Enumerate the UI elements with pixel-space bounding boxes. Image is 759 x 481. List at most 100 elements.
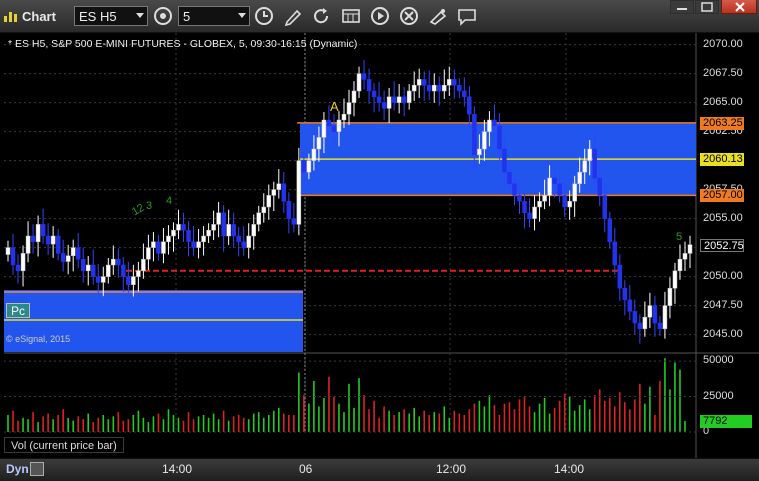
watermark: © eSignal, 2015 xyxy=(6,334,71,344)
candle-body xyxy=(657,322,663,330)
chart-window: Chart ES H5 5 * ES H5, S&P 500 E-MINI FU… xyxy=(0,0,759,481)
marker-3: 3 xyxy=(146,200,153,212)
candle-body xyxy=(246,235,251,248)
price-axis-label: 2067.50 xyxy=(703,66,743,79)
study-label-pc[interactable]: Pc xyxy=(6,303,30,318)
candle-body xyxy=(50,235,56,245)
marker-5: 5 xyxy=(676,231,683,243)
candle-body xyxy=(467,96,472,115)
candle-body xyxy=(562,195,567,208)
candle-body xyxy=(296,160,302,225)
candle-body xyxy=(211,224,216,231)
candle-body xyxy=(75,247,81,260)
candle-body xyxy=(642,316,648,330)
price-tag: 2063.25 xyxy=(700,116,744,130)
candle-body xyxy=(652,305,658,324)
candle-body xyxy=(487,119,492,132)
candle-body xyxy=(121,264,126,277)
status-bar: Dyn xyxy=(0,458,759,481)
candle-body xyxy=(371,90,377,98)
chart-header: * ES H5, S&P 500 E-MINI FUTURES - GLOBEX… xyxy=(8,38,358,50)
candle-body xyxy=(677,258,683,272)
candle-body xyxy=(60,253,66,262)
candle-body xyxy=(101,276,106,283)
candle-body xyxy=(341,113,347,121)
candle-body xyxy=(662,305,668,330)
candle-body xyxy=(602,195,607,219)
candle-body xyxy=(497,125,502,150)
price-axis-label: 2047.50 xyxy=(703,298,743,311)
candle-body xyxy=(256,212,261,225)
marker-4: 4 xyxy=(166,195,173,207)
candle-body xyxy=(547,177,552,196)
candle-body xyxy=(672,270,678,289)
candle-body xyxy=(206,229,211,237)
candle-body xyxy=(331,125,337,132)
candle-body xyxy=(45,235,51,245)
candle-body xyxy=(462,90,467,98)
candle-body xyxy=(131,276,136,285)
candle-body xyxy=(517,195,522,202)
candle-body xyxy=(35,224,41,243)
candle-body xyxy=(577,171,582,185)
candle-body xyxy=(457,84,462,92)
candle-body xyxy=(276,183,282,190)
candle-body xyxy=(281,183,287,202)
dynamic-mode-label[interactable]: Dyn xyxy=(6,462,29,476)
candle-body xyxy=(617,264,623,289)
candle-body xyxy=(201,235,206,243)
candle-body xyxy=(627,299,633,312)
candle-body xyxy=(557,183,562,196)
candle-body xyxy=(166,235,171,243)
candle-body xyxy=(542,195,547,202)
candle-body xyxy=(356,73,362,92)
candle-body xyxy=(607,218,613,243)
candle-body xyxy=(592,148,597,179)
price-axis-label: 2055.00 xyxy=(703,211,743,224)
candle-body xyxy=(10,247,16,266)
candle-body xyxy=(597,177,602,196)
candle-body xyxy=(396,96,402,103)
candle-body xyxy=(311,148,317,161)
candle-body xyxy=(156,241,161,254)
candle-body xyxy=(106,264,111,277)
candle-body xyxy=(20,253,26,272)
candle-body xyxy=(492,119,497,127)
candle-body xyxy=(55,235,61,254)
candle-body xyxy=(146,247,151,260)
candle-body xyxy=(612,241,618,266)
candle-body xyxy=(426,84,432,92)
candle-body xyxy=(65,255,71,262)
volume-label[interactable]: Vol (current price bar) xyxy=(4,437,124,453)
candle-body xyxy=(221,212,226,237)
candle-body xyxy=(572,183,577,202)
time-label-3: 12:00 xyxy=(436,462,467,476)
candle-body xyxy=(261,206,266,214)
candle-body xyxy=(452,79,457,86)
candle-body xyxy=(411,84,417,92)
candle-body xyxy=(406,90,412,103)
candle-body xyxy=(567,200,572,208)
price-axis-label: 2065.00 xyxy=(703,95,743,108)
candle-body xyxy=(291,218,297,225)
candle-body xyxy=(161,241,166,254)
candle-body xyxy=(111,258,116,266)
candle-body xyxy=(301,160,307,173)
candle-body xyxy=(622,287,628,301)
candle-body xyxy=(126,276,131,285)
price-axis-label: 2070.00 xyxy=(703,37,743,50)
candle-body xyxy=(316,137,322,150)
candle-body xyxy=(116,258,121,266)
candle-body xyxy=(216,212,221,225)
price-chart[interactable] xyxy=(0,0,759,458)
candle-body xyxy=(442,84,447,92)
time-label-2: 06 xyxy=(299,462,313,476)
candle-body xyxy=(386,96,392,109)
candle-body xyxy=(366,79,372,92)
candle-body xyxy=(527,212,532,219)
fit-icon[interactable] xyxy=(30,462,44,476)
candle-body xyxy=(321,119,327,138)
candle-body xyxy=(447,79,452,86)
candle-body xyxy=(96,276,101,283)
candle-body xyxy=(151,241,156,248)
